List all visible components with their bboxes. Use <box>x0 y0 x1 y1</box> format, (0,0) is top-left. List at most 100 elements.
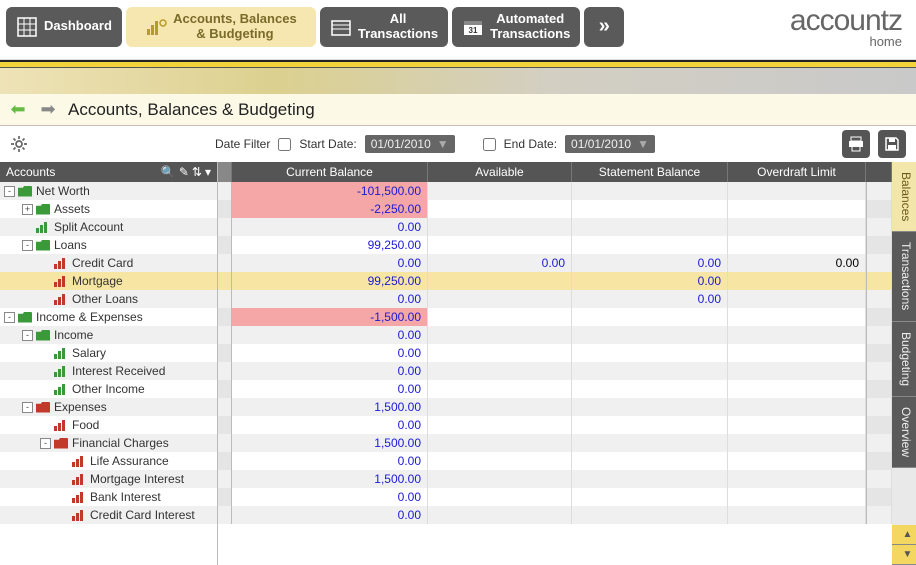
search-icon[interactable]: 🔍 <box>161 165 176 179</box>
table-row[interactable]: -101,500.00 <box>218 182 892 200</box>
expand-toggle[interactable]: - <box>4 312 15 323</box>
save-button[interactable] <box>878 130 906 158</box>
accounts-tree[interactable]: -Net Worth+AssetsSplit Account-Loans Cred… <box>0 182 217 565</box>
cell-current-balance: 0.00 <box>232 452 428 470</box>
sidetab-overview[interactable]: Overview <box>892 397 916 468</box>
tree-row[interactable]: -Income & Expenses <box>0 308 217 326</box>
table-row[interactable]: 0.000.000.000.00 <box>218 254 892 272</box>
table-row[interactable]: -2,250.00 <box>218 200 892 218</box>
table-row[interactable]: 0.00 <box>218 488 892 506</box>
list-icon <box>330 16 352 38</box>
date-filter-label: Date Filter <box>215 137 270 151</box>
filter-icon[interactable]: ▾ <box>205 165 211 179</box>
tree-row-label: Credit Card <box>72 256 133 270</box>
cell-overdraft-limit <box>728 506 866 524</box>
tree-row[interactable]: Salary <box>0 344 217 362</box>
tree-row[interactable]: +Assets <box>0 200 217 218</box>
tree-row-label: Credit Card Interest <box>90 508 195 522</box>
nav-accounts[interactable]: Accounts, Balances & Budgeting <box>126 7 316 47</box>
tree-row[interactable]: Other Income <box>0 380 217 398</box>
expand-toggle[interactable]: - <box>40 438 51 449</box>
cell-available <box>428 236 572 254</box>
end-date-field[interactable]: 01/01/2010 ▼ <box>565 135 655 153</box>
main-area: Accounts 🔍 ✎ ⇅ ▾ -Net Worth+AssetsSplit … <box>0 162 916 565</box>
tree-row[interactable]: Bank Interest <box>0 488 217 506</box>
sidetab-scroll-up[interactable]: ▲ <box>892 525 916 545</box>
cell-current-balance: 1,500.00 <box>232 434 428 452</box>
table-row[interactable]: 0.00 <box>218 416 892 434</box>
gear-icon[interactable] <box>10 135 28 153</box>
nav-dashboard[interactable]: Dashboard <box>6 7 122 47</box>
cell-current-balance: 0.00 <box>232 362 428 380</box>
nav-auto-tx-label: Automated Transactions <box>490 12 570 42</box>
sidetab-budgeting[interactable]: Budgeting <box>892 322 916 397</box>
table-header: Current Balance Available Statement Bala… <box>218 162 892 182</box>
tree-row[interactable]: Life Assurance <box>0 452 217 470</box>
expand-toggle[interactable]: - <box>22 330 33 341</box>
expand-toggle[interactable]: + <box>22 204 33 215</box>
table-row[interactable]: 0.00 <box>218 344 892 362</box>
table-row[interactable]: 0.00 <box>218 362 892 380</box>
table-row[interactable]: 99,250.000.00 <box>218 272 892 290</box>
expand-toggle[interactable]: - <box>22 402 33 413</box>
tree-row[interactable]: Credit Card Interest <box>0 506 217 524</box>
cell-overdraft-limit <box>728 362 866 380</box>
col-statement-balance[interactable]: Statement Balance <box>572 162 728 182</box>
tree-row[interactable]: -Loans <box>0 236 217 254</box>
tree-row[interactable]: Mortgage <box>0 272 217 290</box>
cell-statement-balance <box>572 218 728 236</box>
edit-icon[interactable]: ✎ <box>179 165 189 179</box>
col-current-balance[interactable]: Current Balance <box>232 162 428 182</box>
banner-image <box>0 68 916 94</box>
start-date-field[interactable]: 01/01/2010 ▼ <box>365 135 455 153</box>
tree-row[interactable]: Interest Received <box>0 362 217 380</box>
sort-icon[interactable]: ⇅ <box>192 165 202 179</box>
sidetab-scroll-down[interactable]: ▼ <box>892 545 916 565</box>
cell-available <box>428 470 572 488</box>
sidetab-balances[interactable]: Balances <box>892 162 916 232</box>
table-row[interactable]: 0.00 <box>218 218 892 236</box>
tree-row[interactable]: -Net Worth <box>0 182 217 200</box>
table-body[interactable]: -101,500.00-2,250.000.0099,250.000.000.0… <box>218 182 892 565</box>
cell-overdraft-limit <box>728 308 866 326</box>
nav-automated-transactions[interactable]: 31 Automated Transactions <box>452 7 580 47</box>
table-row[interactable]: 1,500.00 <box>218 434 892 452</box>
sidetab-transactions[interactable]: Transactions <box>892 232 916 321</box>
table-row[interactable]: 0.00 <box>218 452 892 470</box>
nav-forward-arrow[interactable]: ➡ <box>38 100 58 120</box>
side-tabs: Balances Transactions Budgeting Overview… <box>892 162 916 565</box>
print-button[interactable] <box>842 130 870 158</box>
expand-toggle[interactable]: - <box>22 240 33 251</box>
col-overdraft-limit[interactable]: Overdraft Limit <box>728 162 866 182</box>
tree-row[interactable]: -Income <box>0 326 217 344</box>
nav-all-transactions[interactable]: All Transactions <box>320 7 448 47</box>
cell-statement-balance: 0.00 <box>572 272 728 290</box>
tree-row[interactable]: Split Account <box>0 218 217 236</box>
tree-row[interactable]: Other Loans <box>0 290 217 308</box>
table-row[interactable]: 0.000.00 <box>218 290 892 308</box>
svg-text:31: 31 <box>469 26 478 35</box>
tree-row[interactable]: Food <box>0 416 217 434</box>
table-row[interactable]: 0.00 <box>218 506 892 524</box>
chevron-down-icon: ▼ <box>437 137 449 151</box>
nav-back-arrow[interactable]: ⬅ <box>8 100 28 120</box>
tree-row[interactable]: Mortgage Interest <box>0 470 217 488</box>
table-row[interactable]: 0.00 <box>218 326 892 344</box>
tree-row[interactable]: -Expenses <box>0 398 217 416</box>
table-row[interactable]: 99,250.00 <box>218 236 892 254</box>
tree-row-label: Other Loans <box>72 292 138 306</box>
tree-row[interactable]: Credit Card <box>0 254 217 272</box>
col-available[interactable]: Available <box>428 162 572 182</box>
tree-row[interactable]: -Financial Charges <box>0 434 217 452</box>
cell-current-balance: -1,500.00 <box>232 308 428 326</box>
table-row[interactable]: 1,500.00 <box>218 398 892 416</box>
table-row[interactable]: -1,500.00 <box>218 308 892 326</box>
start-date-checkbox[interactable] <box>278 138 291 151</box>
cell-available: 0.00 <box>428 254 572 272</box>
nav-more[interactable]: » <box>584 7 624 47</box>
cell-statement-balance <box>572 182 728 200</box>
expand-toggle[interactable]: - <box>4 186 15 197</box>
table-row[interactable]: 0.00 <box>218 380 892 398</box>
end-date-checkbox[interactable] <box>483 138 496 151</box>
table-row[interactable]: 1,500.00 <box>218 470 892 488</box>
